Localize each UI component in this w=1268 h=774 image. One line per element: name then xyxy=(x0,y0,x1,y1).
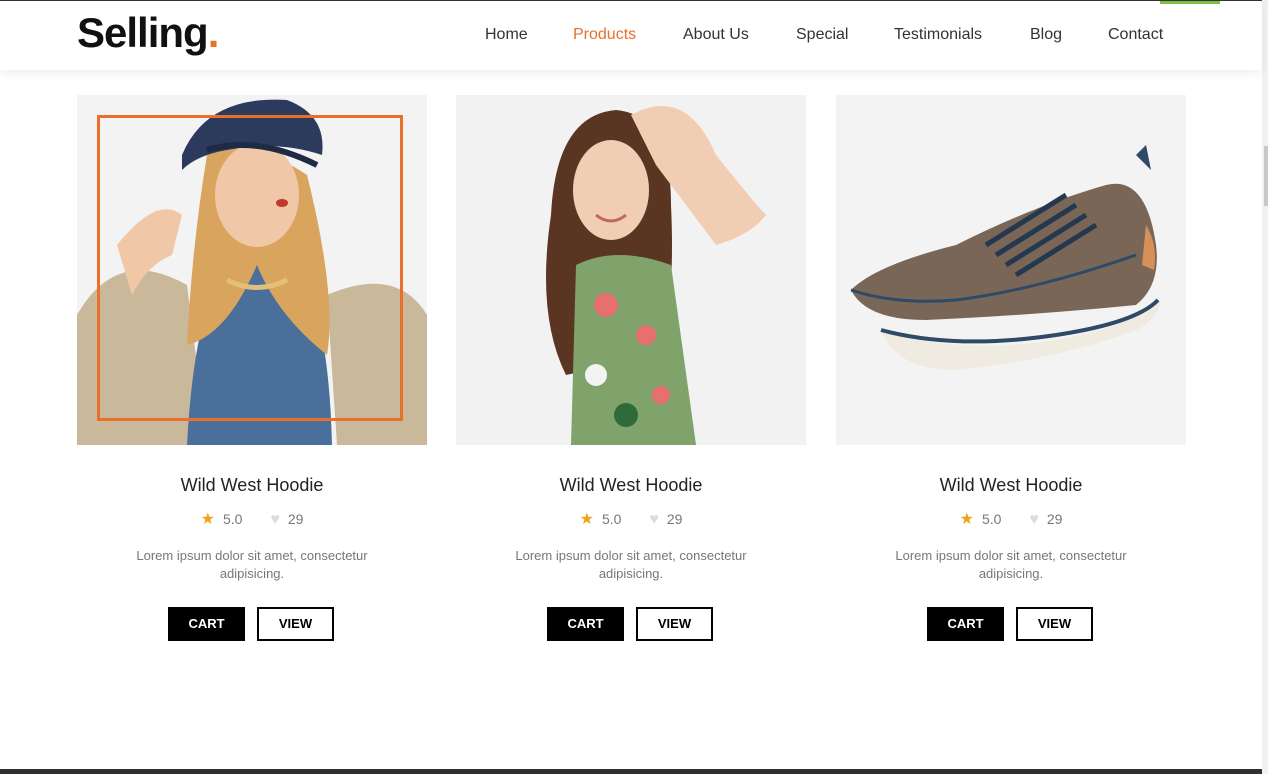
product-title[interactable]: Wild West Hoodie xyxy=(77,475,427,496)
nav-item-contact[interactable]: Contact xyxy=(1108,26,1163,44)
main-nav: Home Products About Us Special Testimoni… xyxy=(0,26,1262,50)
product-image-sneaker[interactable] xyxy=(836,95,1186,445)
product-card: Wild West Hoodie ★ 5.0 ♥ 29 Lorem ipsum do… xyxy=(77,95,427,655)
scrollbar-thumb[interactable] xyxy=(1264,146,1268,206)
product-title[interactable]: Wild West Hoodie xyxy=(836,475,1186,496)
heart-icon[interactable]: ♥ xyxy=(270,511,280,528)
nav-item-products[interactable]: Products xyxy=(573,26,636,44)
product-description: Lorem ipsum dolor sit amet, consectetur … xyxy=(515,548,747,581)
star-icon: ★ xyxy=(200,511,215,528)
nav-item-special[interactable]: Special xyxy=(796,26,848,44)
site-header: Selling. Home Products About Us Special … xyxy=(0,0,1262,70)
top-accent-bar xyxy=(1160,1,1220,4)
hover-frame xyxy=(97,115,403,421)
view-button[interactable]: VIEW xyxy=(636,607,713,641)
rating-value: 5.0 xyxy=(222,511,243,527)
view-button[interactable]: VIEW xyxy=(1016,607,1093,641)
nav-item-testimonials[interactable]: Testimonials xyxy=(894,26,982,44)
likes-count: 29 xyxy=(666,511,683,527)
cart-button[interactable]: CART xyxy=(168,607,245,641)
heart-icon[interactable]: ♥ xyxy=(1029,511,1039,528)
product-description: Lorem ipsum dolor sit amet, consectetur … xyxy=(136,548,368,581)
cart-button[interactable]: CART xyxy=(927,607,1004,641)
heart-icon[interactable]: ♥ xyxy=(649,511,659,528)
product-meta: ★ 5.0 ♥ 29 xyxy=(836,509,1186,529)
page-scrollbar[interactable] xyxy=(1262,0,1268,774)
product-card: Wild West Hoodie ★ 5.0 ♥ 29 Lorem ipsum do… xyxy=(456,95,806,655)
nav-item-home[interactable]: Home xyxy=(485,26,528,44)
footer-section-top xyxy=(0,769,1262,774)
product-description: Lorem ipsum dolor sit amet, consectetur … xyxy=(895,548,1127,581)
cart-button[interactable]: CART xyxy=(547,607,624,641)
likes-count: 29 xyxy=(287,511,304,527)
star-icon: ★ xyxy=(579,511,594,528)
product-meta: ★ 5.0 ♥ 29 xyxy=(456,509,806,529)
rating-value: 5.0 xyxy=(601,511,622,527)
rating-value: 5.0 xyxy=(981,511,1002,527)
product-title[interactable]: Wild West Hoodie xyxy=(456,475,806,496)
view-button[interactable]: VIEW xyxy=(257,607,334,641)
product-meta: ★ 5.0 ♥ 29 xyxy=(77,509,427,529)
product-image-woman-hat[interactable] xyxy=(77,95,427,445)
likes-count: 29 xyxy=(1046,511,1063,527)
product-card: Wild West Hoodie ★ 5.0 ♥ 29 Lorem ipsum do… xyxy=(836,95,1186,655)
nav-item-about-us[interactable]: About Us xyxy=(683,26,749,44)
product-image-woman-floral[interactable] xyxy=(456,95,806,445)
nav-item-blog[interactable]: Blog xyxy=(1030,26,1062,44)
star-icon: ★ xyxy=(959,511,974,528)
